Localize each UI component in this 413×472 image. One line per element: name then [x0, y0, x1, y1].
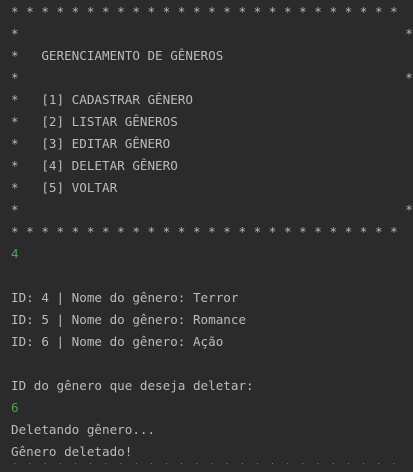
- genre-row: ID: 4 | Nome do gênero: Terror: [11, 290, 239, 305]
- user-input-option: 4: [11, 246, 19, 261]
- menu-border-partial: * * * * * * * * * * * * * * * * * * * * …: [11, 463, 413, 472]
- menu-border-partial-text: * * * * * * * * * * * * * * * * * * * * …: [11, 463, 413, 472]
- menu-item-deletar: * [4] DELETAR GÊNERO *: [11, 158, 413, 173]
- menu-item-voltar: * [5] VOLTAR *: [11, 180, 413, 195]
- genre-row: ID: 6 | Nome do gênero: Ação: [11, 334, 224, 349]
- menu-item-listar: * [2] LISTAR GÊNEROS *: [11, 114, 413, 129]
- menu-item-cadastrar: * [1] CADASTRAR GÊNERO *: [11, 92, 413, 107]
- menu-border-bottom: * * * * * * * * * * * * * * * * * * * * …: [11, 224, 398, 239]
- menu-title: * GERENCIAMENTO DE GÊNEROS *: [11, 48, 413, 63]
- menu-border-top: * * * * * * * * * * * * * * * * * * * * …: [11, 4, 398, 19]
- user-input-id: 6: [11, 400, 19, 415]
- status-deleting: Deletando gênero...: [11, 422, 156, 437]
- console-output[interactable]: * * * * * * * * * * * * * * * * * * * * …: [0, 0, 413, 472]
- delete-prompt: ID do gênero que deseja deletar:: [11, 378, 254, 393]
- menu-edge: * *: [11, 202, 413, 217]
- menu-item-editar: * [3] EDITAR GÊNERO *: [11, 136, 413, 151]
- menu-edge: * *: [11, 26, 413, 41]
- status-deleted: Gênero deletado!: [11, 444, 133, 459]
- menu-edge: * *: [11, 70, 413, 85]
- genre-row: ID: 5 | Nome do gênero: Romance: [11, 312, 247, 327]
